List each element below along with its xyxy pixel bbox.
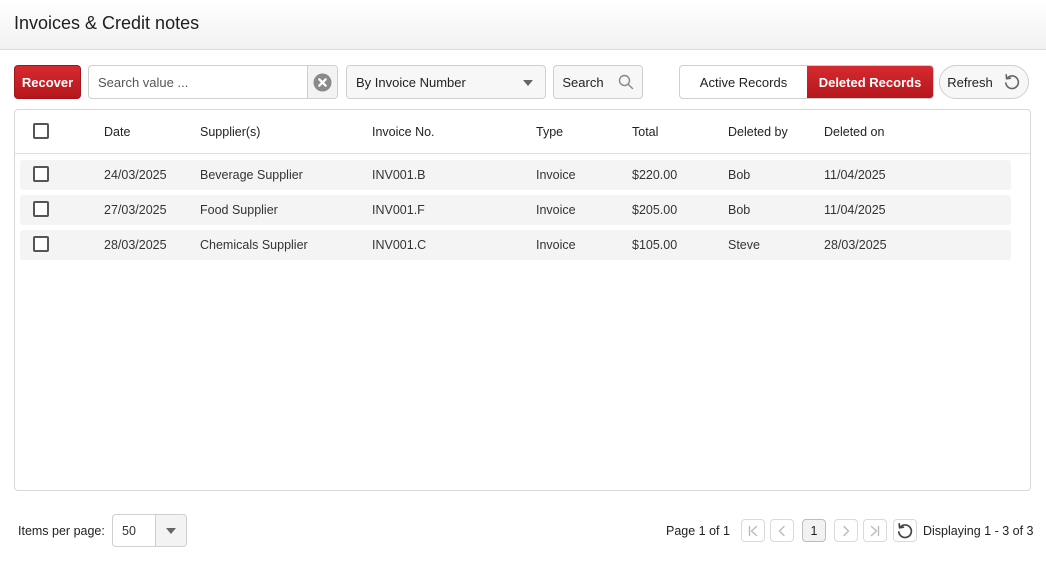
cell-deleted-on: 11/04/2025: [824, 203, 886, 217]
items-per-page-value: 50: [122, 524, 136, 538]
column-header-supplier[interactable]: Supplier(s): [200, 125, 260, 139]
cell-total: $205.00: [632, 203, 678, 217]
first-page-button[interactable]: [741, 519, 765, 542]
search-by-value: By Invoice Number: [356, 75, 466, 90]
cell-deleted-on: 28/03/2025: [824, 238, 887, 252]
cell-deleted-by: Bob: [728, 168, 751, 182]
cell-supplier: Food Supplier: [200, 203, 278, 217]
cell-type: Invoice: [536, 168, 576, 182]
prev-page-button[interactable]: [770, 519, 794, 542]
chevron-down-icon: [166, 528, 176, 534]
cell-deleted-by: Bob: [728, 203, 751, 217]
select-all-checkbox[interactable]: [33, 123, 49, 139]
cell-date: 28/03/2025: [104, 238, 167, 252]
current-page-button[interactable]: 1: [802, 519, 826, 542]
cell-invoice-no: INV001.C: [372, 238, 427, 252]
last-page-button[interactable]: [863, 519, 887, 542]
items-per-page-select[interactable]: 50: [112, 514, 187, 547]
deleted-records-tab[interactable]: Deleted Records: [807, 66, 933, 98]
column-header-deleted-by[interactable]: Deleted by: [728, 125, 788, 139]
search-button[interactable]: Search: [553, 65, 643, 99]
refresh-button-label: Refresh: [947, 74, 993, 90]
prev-page-icon: [778, 525, 785, 536]
cell-invoice-no: INV001.F: [372, 203, 425, 217]
cell-supplier: Chemicals Supplier: [200, 238, 308, 252]
refresh-icon: [1004, 74, 1019, 90]
next-page-button[interactable]: [834, 519, 858, 542]
cell-date: 27/03/2025: [104, 203, 167, 217]
column-header-total[interactable]: Total: [632, 125, 658, 139]
next-page-icon: [843, 525, 850, 536]
cell-type: Invoice: [536, 238, 576, 252]
page-info: Page 1 of 1: [666, 524, 730, 538]
reload-icon: [897, 522, 913, 538]
items-per-page-label: Items per page:: [18, 524, 105, 538]
clear-icon: [313, 73, 332, 91]
page-header: Invoices & Credit notes: [0, 0, 1046, 50]
refresh-button[interactable]: Refresh: [939, 65, 1029, 99]
records-toggle: Active Records Deleted Records: [679, 65, 934, 99]
cell-total: $105.00: [632, 238, 678, 252]
search-by-select[interactable]: By Invoice Number: [346, 65, 546, 99]
last-page-icon: [870, 525, 880, 536]
active-records-tab[interactable]: Active Records: [680, 66, 807, 98]
cell-deleted-on: 11/04/2025: [824, 168, 886, 182]
display-info: Displaying 1 - 3 of 3: [923, 524, 1034, 538]
table-row[interactable]: 24/03/2025 Beverage Supplier INV001.B In…: [20, 160, 1011, 190]
cell-invoice-no: INV001.B: [372, 168, 426, 182]
cell-total: $220.00: [632, 168, 678, 182]
cell-date: 24/03/2025: [104, 168, 167, 182]
items-per-page-dropdown-button[interactable]: [155, 515, 186, 546]
chevron-down-icon: [523, 80, 533, 86]
row-checkbox[interactable]: [33, 201, 49, 217]
cell-supplier: Beverage Supplier: [200, 168, 303, 182]
column-header-deleted-on[interactable]: Deleted on: [824, 125, 884, 139]
cell-deleted-by: Steve: [728, 238, 760, 252]
cell-type: Invoice: [536, 203, 576, 217]
reload-page-button[interactable]: [893, 519, 917, 542]
clear-search-button[interactable]: [307, 66, 337, 98]
row-checkbox[interactable]: [33, 166, 49, 182]
first-page-icon: [748, 525, 758, 536]
grid-header: Date Supplier(s) Invoice No. Type Total …: [15, 110, 1030, 154]
table-row[interactable]: 28/03/2025 Chemicals Supplier INV001.C I…: [20, 230, 1011, 260]
row-checkbox[interactable]: [33, 236, 49, 252]
search-input[interactable]: [89, 66, 307, 98]
search-button-label: Search: [562, 74, 604, 90]
page-title: Invoices & Credit notes: [14, 13, 200, 33]
column-header-type[interactable]: Type: [536, 125, 563, 139]
recover-button[interactable]: Recover: [14, 65, 81, 99]
column-header-invoice-no[interactable]: Invoice No.: [372, 125, 435, 139]
search-icon: [618, 74, 633, 90]
search-box: [88, 65, 338, 99]
column-header-date[interactable]: Date: [104, 125, 130, 139]
table-row[interactable]: 27/03/2025 Food Supplier INV001.F Invoic…: [20, 195, 1011, 225]
records-grid: Date Supplier(s) Invoice No. Type Total …: [14, 109, 1031, 491]
